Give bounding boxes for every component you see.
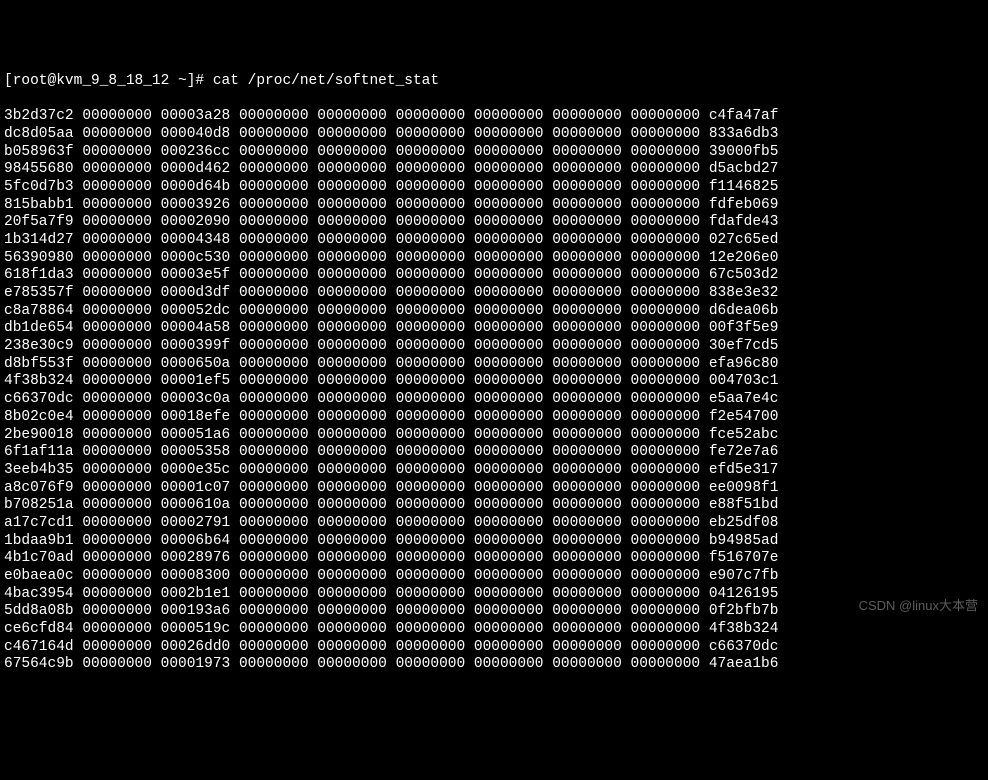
output-row: c8a78864 00000000 000052dc 00000000 0000… [4, 303, 984, 321]
output-row: c66370dc 00000000 00003c0a 00000000 0000… [4, 391, 984, 409]
output-row: 618f1da3 00000000 00003e5f 00000000 0000… [4, 267, 984, 285]
output-row: 1b314d27 00000000 00004348 00000000 0000… [4, 232, 984, 250]
output-row: 4f38b324 00000000 00001ef5 00000000 0000… [4, 373, 984, 391]
output-row: 4bac3954 00000000 0002b1e1 00000000 0000… [4, 586, 984, 604]
output-row: 67564c9b 00000000 00001973 00000000 0000… [4, 656, 984, 674]
output-row: b708251a 00000000 0000610a 00000000 0000… [4, 497, 984, 515]
output-row: b058963f 00000000 000236cc 00000000 0000… [4, 144, 984, 162]
output-row: e785357f 00000000 0000d3df 00000000 0000… [4, 285, 984, 303]
shell-prompt: [root@kvm_9_8_18_12 ~]# [4, 73, 213, 89]
output-row: e0baea0c 00000000 00008300 00000000 0000… [4, 568, 984, 586]
command-text[interactable]: cat /proc/net/softnet_stat [213, 73, 439, 89]
output-row: d8bf553f 00000000 0000650a 00000000 0000… [4, 356, 984, 374]
output-row: 8b02c0e4 00000000 00018efe 00000000 0000… [4, 409, 984, 427]
output-row: 2be90018 00000000 000051a6 00000000 0000… [4, 427, 984, 445]
output-row: 20f5a7f9 00000000 00002090 00000000 0000… [4, 214, 984, 232]
output-row: 5dd8a08b 00000000 000193a6 00000000 0000… [4, 603, 984, 621]
output-row: 56390980 00000000 0000c530 00000000 0000… [4, 250, 984, 268]
output-row: 4b1c70ad 00000000 00028976 00000000 0000… [4, 550, 984, 568]
output-row: dc8d05aa 00000000 000040d8 00000000 0000… [4, 126, 984, 144]
output-row: 238e30c9 00000000 0000399f 00000000 0000… [4, 338, 984, 356]
output-row: 3eeb4b35 00000000 0000e35c 00000000 0000… [4, 462, 984, 480]
command-output: 3b2d37c2 00000000 00003a28 00000000 0000… [4, 108, 984, 674]
output-row: 6f1af11a 00000000 00005358 00000000 0000… [4, 444, 984, 462]
output-row: db1de654 00000000 00004a58 00000000 0000… [4, 320, 984, 338]
output-row: 98455680 00000000 0000d462 00000000 0000… [4, 161, 984, 179]
output-row: 815babb1 00000000 00003926 00000000 0000… [4, 197, 984, 215]
terminal-prompt-line: [root@kvm_9_8_18_12 ~]# cat /proc/net/so… [4, 73, 984, 91]
output-row: a17c7cd1 00000000 00002791 00000000 0000… [4, 515, 984, 533]
output-row: ce6cfd84 00000000 0000519c 00000000 0000… [4, 621, 984, 639]
output-row: c467164d 00000000 00026dd0 00000000 0000… [4, 639, 984, 657]
output-row: 3b2d37c2 00000000 00003a28 00000000 0000… [4, 108, 984, 126]
output-row: 5fc0d7b3 00000000 0000d64b 00000000 0000… [4, 179, 984, 197]
output-row: 1bdaa9b1 00000000 00006b64 00000000 0000… [4, 533, 984, 551]
output-row: a8c076f9 00000000 00001c07 00000000 0000… [4, 480, 984, 498]
